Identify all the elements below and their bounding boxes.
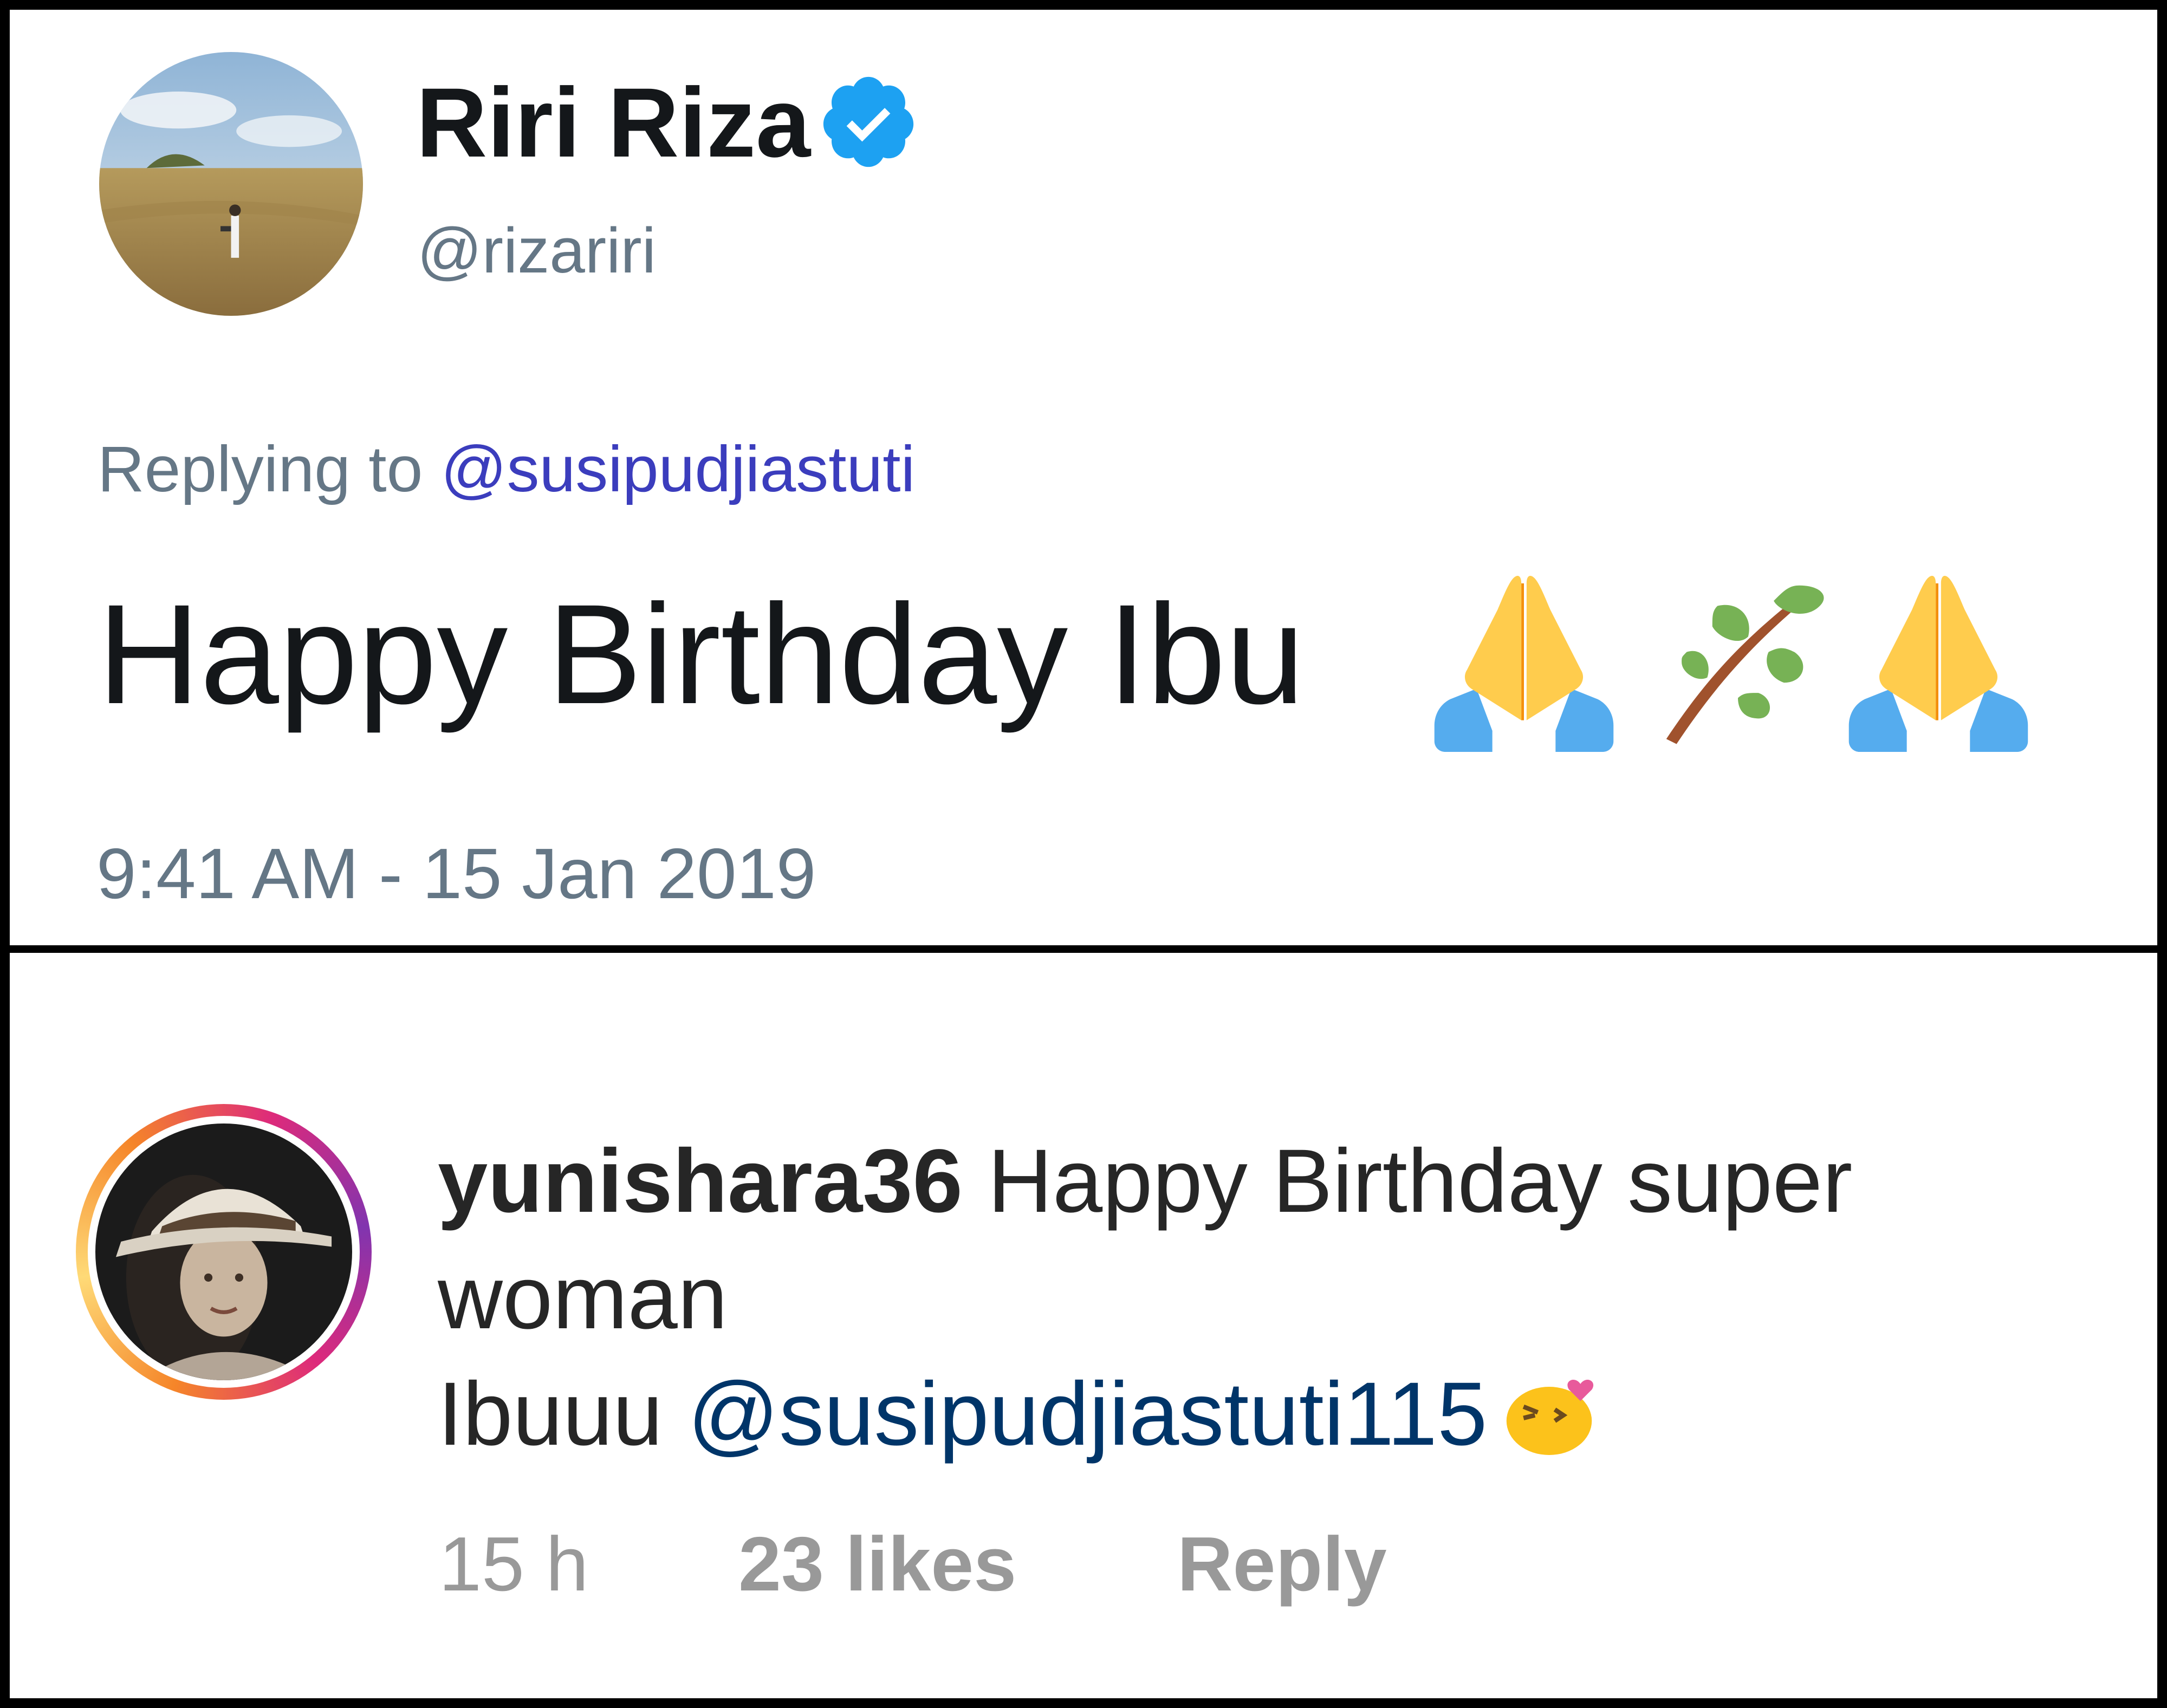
- author-display-name[interactable]: Riri Riza: [416, 68, 810, 177]
- comment-text-line-3: Ibuuu: [438, 1364, 663, 1464]
- author-handle[interactable]: @rizariri: [417, 213, 656, 289]
- comment-likes-link[interactable]: 23 likes: [738, 1521, 1016, 1608]
- replying-to-line: Replying to @susipudjiastuti: [98, 431, 915, 507]
- comment-line-1: yunishara36 Happy Birthday super: [438, 1123, 2117, 1239]
- comment-time: 15 h: [439, 1521, 589, 1607]
- commenter-avatar[interactable]: [95, 1123, 352, 1380]
- screenshot-frame: Riri Riza @rizariri Replying to @susipud…: [0, 0, 2167, 1708]
- herb-icon: [1646, 565, 1830, 749]
- folded-hands-icon: [1844, 562, 2033, 752]
- panel-divider: [0, 945, 2167, 953]
- comment-mention-link[interactable]: @susipudjiastuti115: [688, 1364, 1488, 1464]
- tweet-timestamp[interactable]: 9:41 AM - 15 Jan 2019: [96, 833, 816, 914]
- tweet-author-avatar[interactable]: [99, 52, 363, 316]
- replying-to-mention-link[interactable]: @susipudjiastuti: [441, 433, 916, 505]
- comment-line-3: Ibuuu @susipudjiastuti115: [438, 1356, 2117, 1472]
- comment-body: yunishara36 Happy Birthday super woman I…: [438, 1123, 2117, 1472]
- reply-button[interactable]: Reply: [1177, 1521, 1387, 1608]
- verified-badge-icon: [817, 70, 920, 173]
- story-ring[interactable]: [76, 1104, 372, 1400]
- folded-hands-icon: [1429, 562, 1619, 752]
- replying-to-label: Replying to: [98, 433, 423, 505]
- tweet-body-text: Happy Birthday Ibu: [98, 575, 1305, 733]
- kissing-face-heart-icon: [1498, 1358, 1612, 1461]
- comment-text-line-1: Happy Birthday super: [987, 1131, 1853, 1231]
- comment-text-line-2: woman: [438, 1248, 728, 1348]
- commenter-username[interactable]: yunishara36: [438, 1131, 963, 1231]
